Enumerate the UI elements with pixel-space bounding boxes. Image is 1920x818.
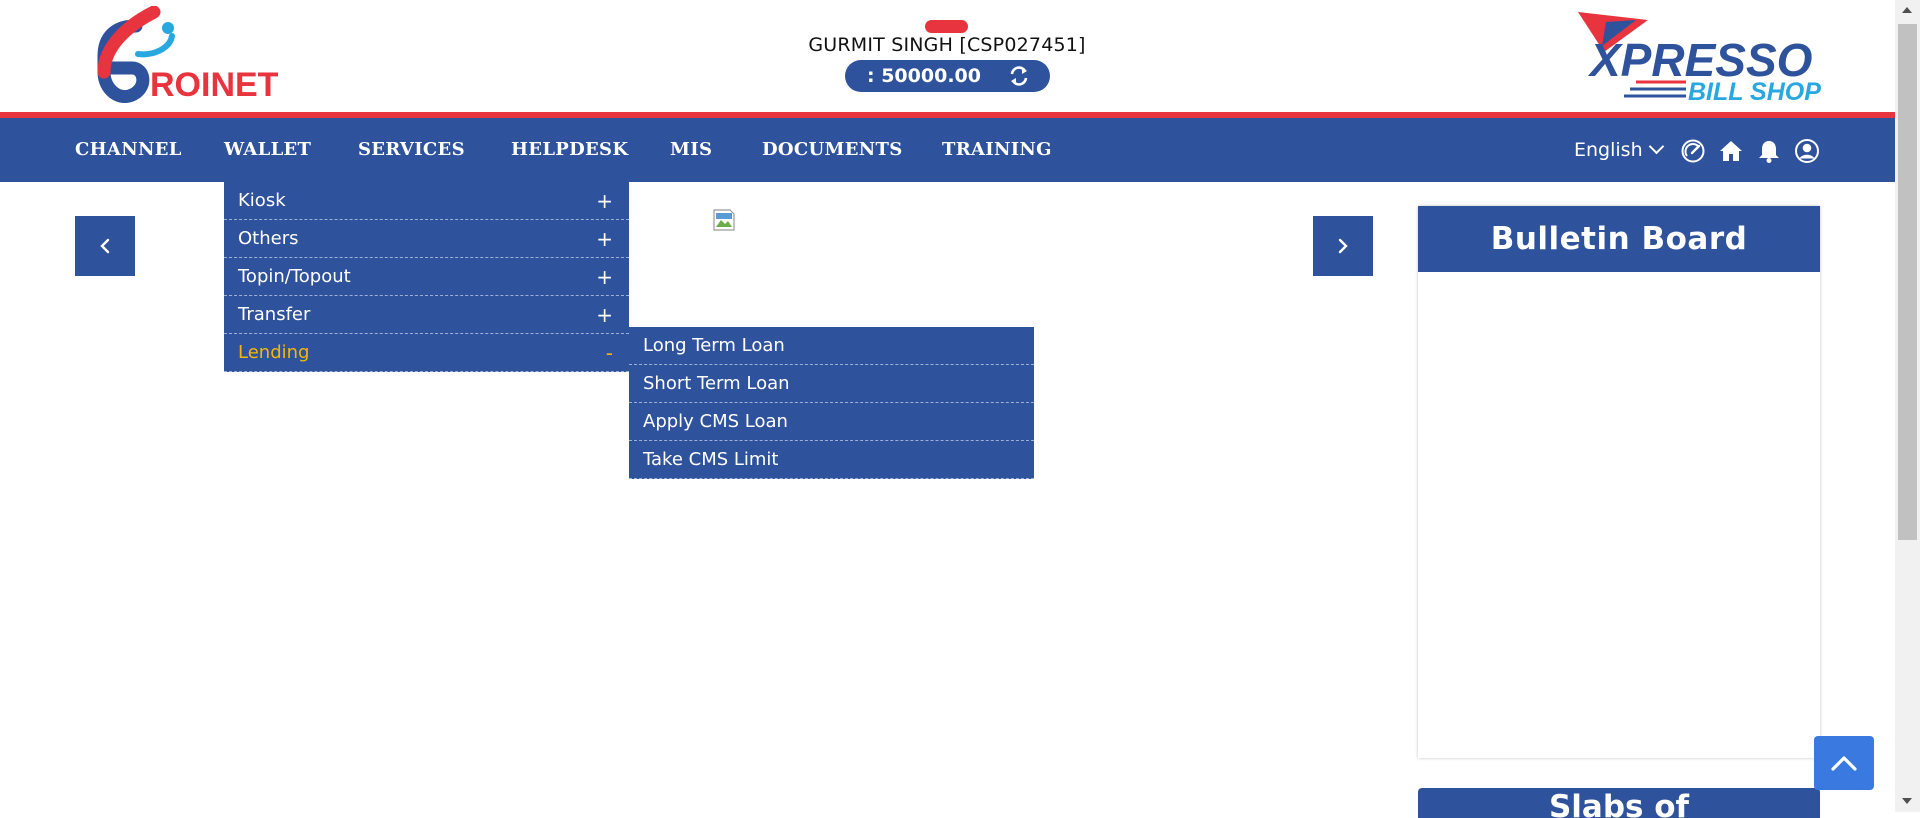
slider-prev-button[interactable] [75, 216, 135, 276]
wallet-menu-topin-topout[interactable]: Topin/Topout + [224, 258, 629, 296]
chevron-up-icon [1831, 756, 1857, 771]
roinet-logo-text: ROINET [150, 66, 279, 104]
scroll-up-arrow-icon[interactable] [1902, 7, 1912, 13]
language-select[interactable]: English [1574, 118, 1664, 182]
page-scrollbar[interactable] [1895, 0, 1920, 812]
scroll-down-arrow-icon[interactable] [1902, 798, 1912, 804]
menu-item-label: Topin/Topout [238, 266, 351, 287]
menu-item-label: Kiosk [238, 190, 286, 211]
nav-services[interactable]: SERVICES [358, 118, 465, 182]
submenu-apply-cms-loan[interactable]: Apply CMS Loan [629, 403, 1034, 441]
wallet-menu-lending[interactable]: Lending - [224, 334, 629, 372]
expand-plus-icon: + [596, 265, 613, 289]
logo-bill-shop-text: BILL SHOP [1688, 78, 1821, 106]
main-navbar: CHANNEL WALLET SERVICES HELPDESK MIS DOC… [0, 118, 1895, 182]
roinet-logo[interactable]: ROINET [74, 6, 290, 108]
header: ROINET GURMIT SINGH [CSP027451] : 50000.… [0, 0, 1895, 114]
nav-wallet[interactable]: WALLET [224, 118, 311, 182]
slabs-panel: Slabs of [1418, 788, 1820, 818]
user-name: GURMIT SINGH [CSP027451] [808, 34, 1086, 56]
home-icon[interactable] [1718, 138, 1744, 164]
chevron-right-icon [1338, 238, 1348, 254]
submenu-long-term-loan[interactable]: Long Term Loan [629, 327, 1034, 365]
notification-pill [925, 20, 968, 33]
nav-training[interactable]: TRAINING [942, 118, 1052, 182]
scroll-to-top-button[interactable] [1814, 736, 1874, 790]
wallet-dropdown-menu: Kiosk + Others + Topin/Topout + Transfer… [224, 182, 629, 372]
chevron-left-icon [100, 238, 110, 254]
nav-mis[interactable]: MIS [670, 118, 712, 182]
nav-documents[interactable]: DOCUMENTS [762, 118, 903, 182]
refresh-icon[interactable] [1008, 65, 1030, 87]
slabs-panel-title: Slabs of [1548, 789, 1690, 818]
xpresso-bill-shop-logo[interactable]: XPRESSO BILL SHOP [1576, 10, 1826, 106]
slider-next-button[interactable] [1313, 216, 1373, 276]
bulletin-board-title: Bulletin Board [1418, 206, 1820, 272]
menu-item-label: Transfer [238, 304, 311, 325]
expand-plus-icon: + [596, 303, 613, 327]
collapse-minus-icon: - [605, 341, 613, 365]
language-label: English [1574, 139, 1643, 161]
expand-plus-icon: + [596, 189, 613, 213]
dashboard-icon[interactable] [1680, 138, 1706, 164]
bell-icon[interactable] [1756, 138, 1782, 164]
menu-item-label: Lending [238, 342, 310, 363]
user-icon[interactable] [1794, 138, 1820, 164]
balance-value: : 50000.00 [867, 65, 981, 87]
expand-plus-icon: + [596, 227, 613, 251]
wallet-menu-others[interactable]: Others + [224, 220, 629, 258]
broken-image-icon [713, 209, 735, 231]
wallet-balance: : 50000.00 [845, 60, 1050, 92]
lending-submenu: Long Term Loan Short Term Loan Apply CMS… [629, 327, 1034, 479]
nav-channel[interactable]: CHANNEL [75, 118, 182, 182]
submenu-take-cms-limit[interactable]: Take CMS Limit [629, 441, 1034, 479]
wallet-menu-kiosk[interactable]: Kiosk + [224, 182, 629, 220]
scrollbar-thumb[interactable] [1898, 24, 1917, 540]
chevron-down-icon [1648, 138, 1664, 155]
bulletin-board-panel: Bulletin Board [1418, 206, 1820, 758]
nav-helpdesk[interactable]: HELPDESK [511, 118, 628, 182]
menu-item-label: Others [238, 228, 299, 249]
wallet-menu-transfer[interactable]: Transfer + [224, 296, 629, 334]
submenu-short-term-loan[interactable]: Short Term Loan [629, 365, 1034, 403]
